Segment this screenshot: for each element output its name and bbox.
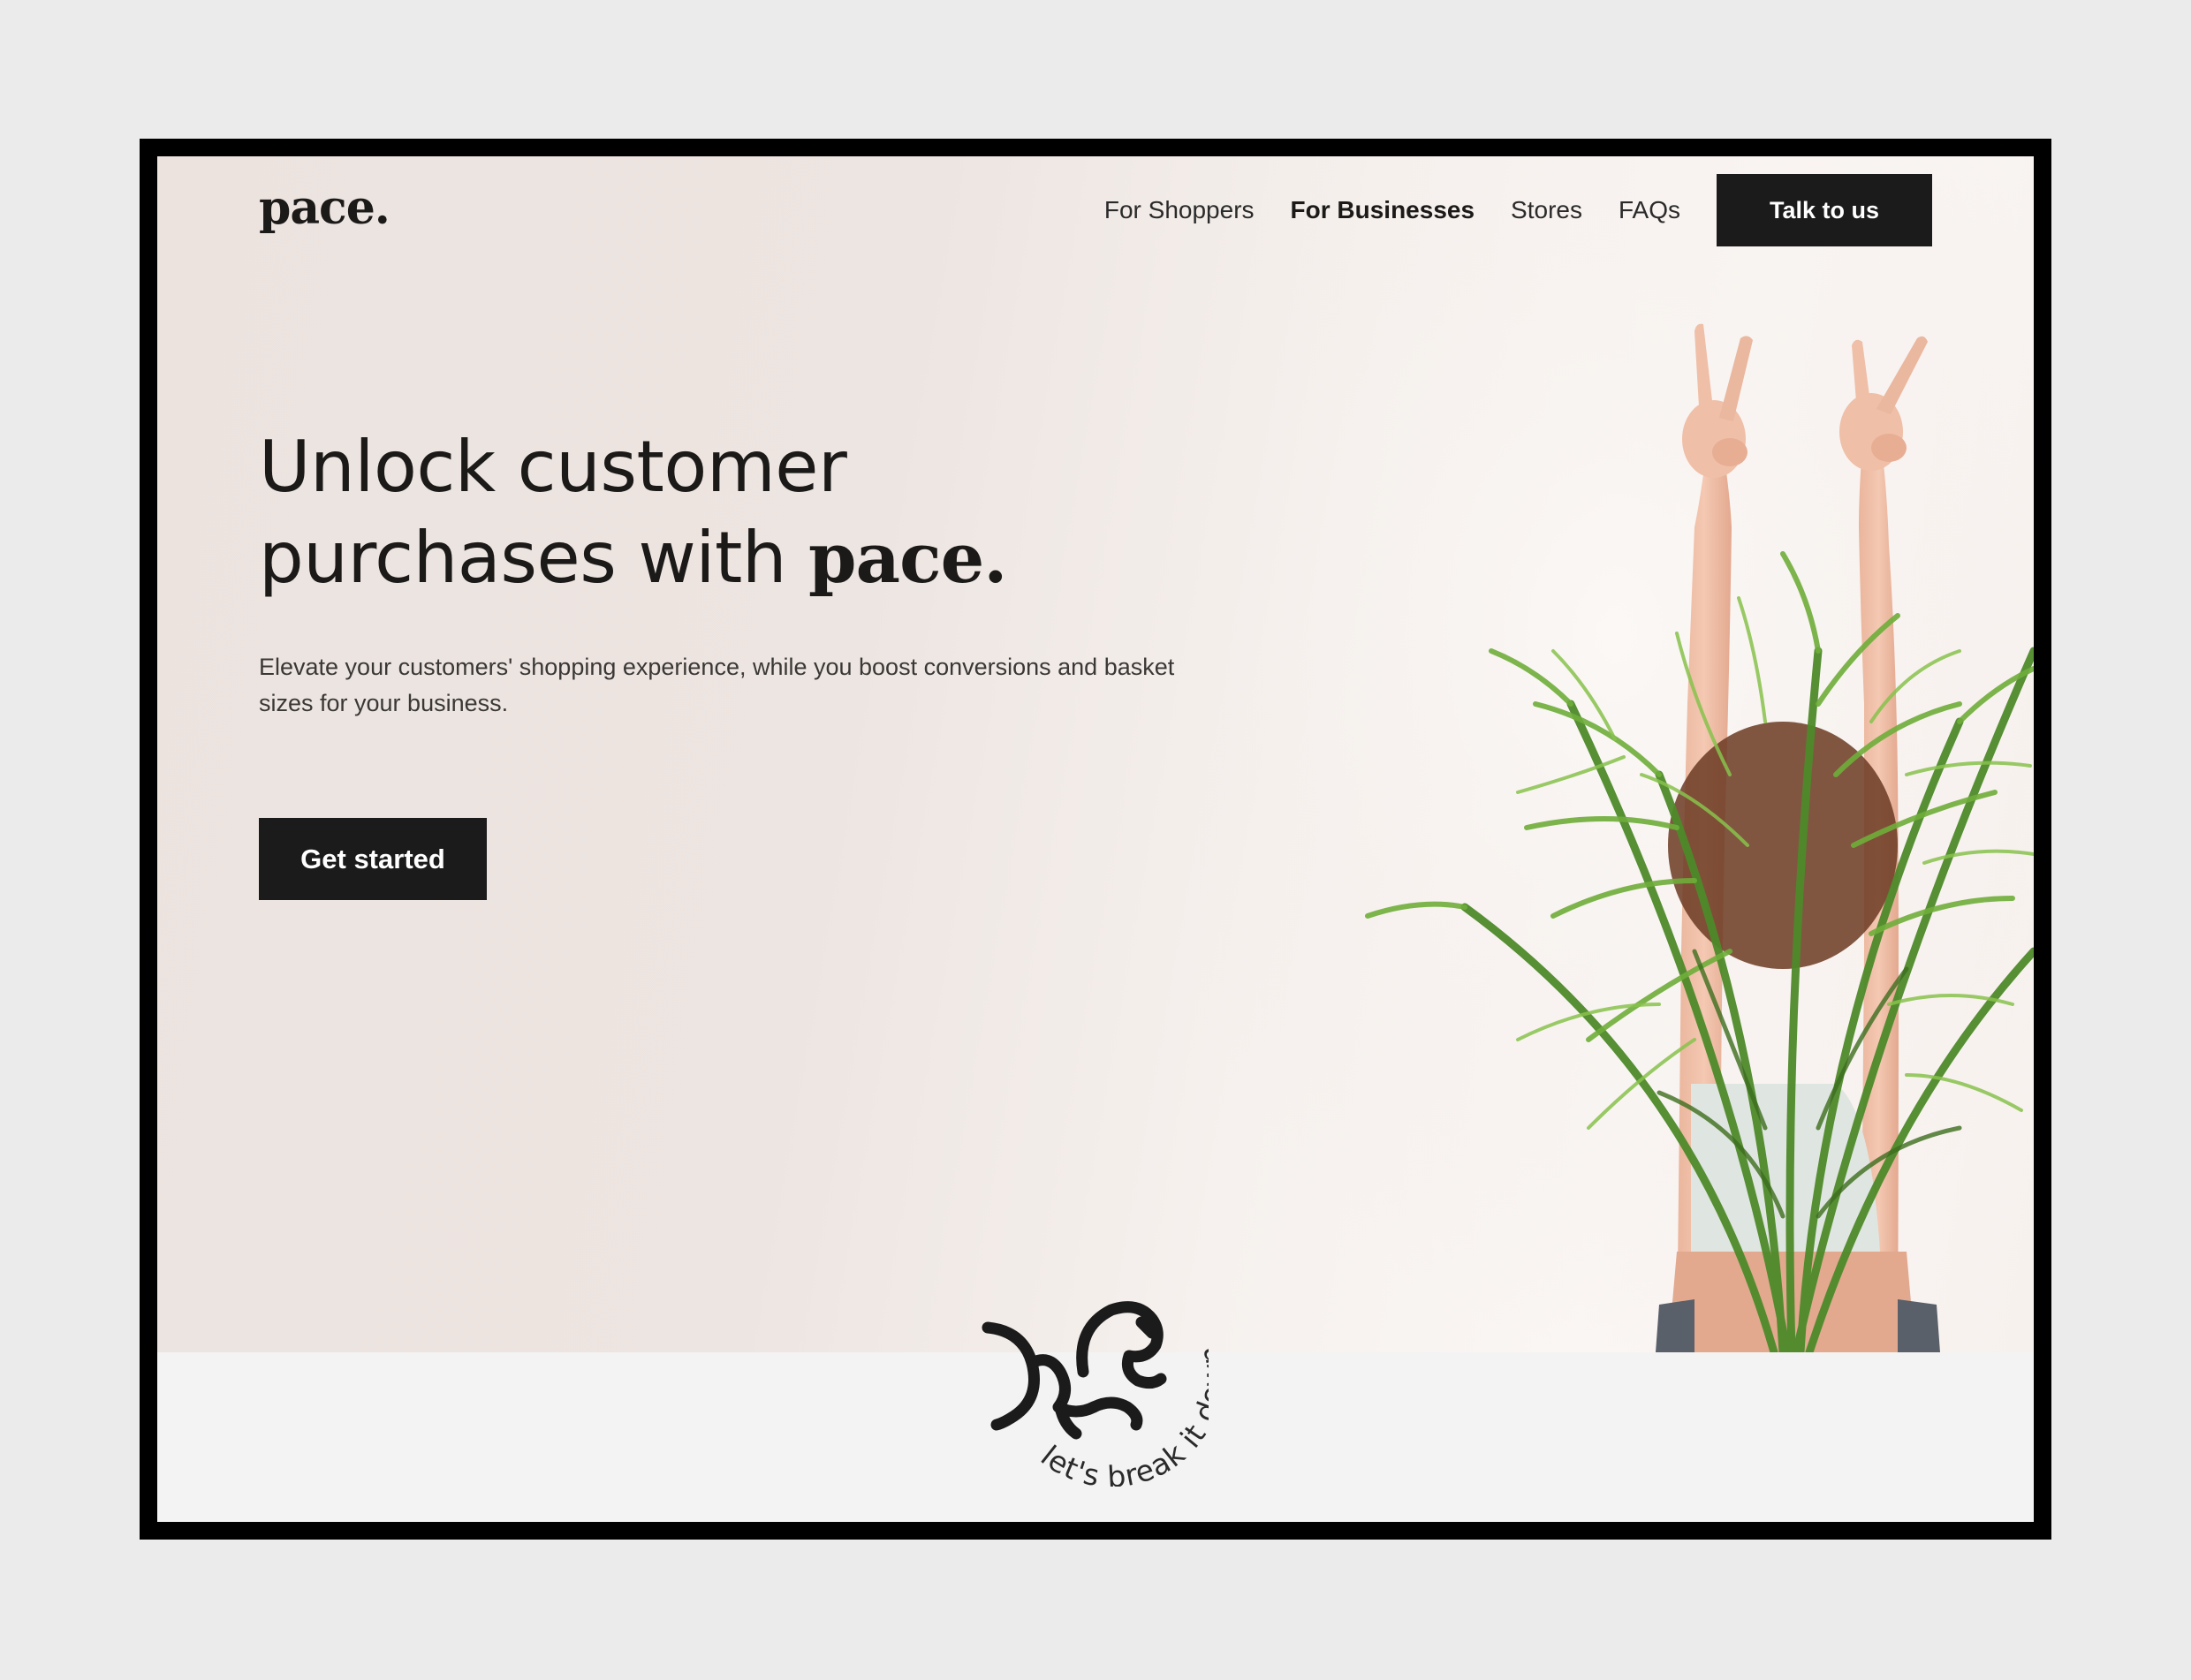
talk-to-us-button[interactable]: Talk to us [1717, 174, 1932, 246]
headline-line-2: purchases with [259, 517, 787, 599]
nav-link-stores[interactable]: Stores [1511, 196, 1582, 224]
nav-link-for-shoppers[interactable]: For Shoppers [1104, 196, 1255, 224]
hero-headline: Unlock customer purchases with pace. [259, 421, 1007, 604]
get-started-button[interactable]: Get started [259, 818, 487, 900]
hero-photo [1200, 156, 2034, 1352]
device-frame: pace. For Shoppers For Businesses Stores… [140, 139, 2051, 1540]
hero-subtext: Elevate your customers' shopping experie… [259, 654, 1175, 716]
brand-logo[interactable]: pace. [259, 181, 390, 235]
headline-line-1: Unlock customer [259, 426, 847, 508]
nav-link-faqs[interactable]: FAQs [1619, 196, 1680, 224]
horse-logo-badge[interactable]: let's break it down [979, 1275, 1209, 1487]
main-navigation: For Shoppers For Businesses Stores FAQs … [1104, 174, 1932, 246]
hero-section: pace. For Shoppers For Businesses Stores… [157, 156, 2034, 1352]
website-viewport: pace. For Shoppers For Businesses Stores… [157, 156, 2034, 1522]
headline-brand: pace. [808, 518, 1007, 599]
horse-logo-icon [982, 1301, 1167, 1440]
nav-link-for-businesses[interactable]: For Businesses [1291, 196, 1475, 224]
